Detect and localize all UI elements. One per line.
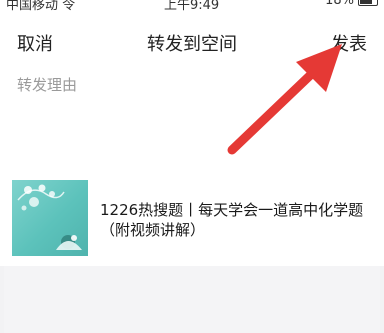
shared-article-card[interactable]: 1226热搜题丨每天学会一道高中化学题（附视频讲解） xyxy=(0,172,384,262)
bottom-panel-inner xyxy=(4,266,380,333)
article-thumbnail xyxy=(12,180,88,256)
publish-button[interactable]: 发表 xyxy=(331,30,367,56)
reason-input[interactable] xyxy=(17,74,367,164)
carrier-label: 中国移动 令 xyxy=(6,0,76,13)
bottom-panel xyxy=(0,266,384,333)
status-bar: 中国移动 令 上午9:49 18% xyxy=(0,0,384,13)
nav-bar: 取消 转发到空间 发表 xyxy=(0,22,384,64)
page-title: 转发到空间 xyxy=(147,34,237,55)
status-right: 18% xyxy=(325,0,378,8)
battery-percent: 18% xyxy=(325,0,354,8)
status-time: 上午9:49 xyxy=(164,0,220,13)
share-to-space-screen: 中国移动 令 上午9:49 18% 取消 转发到空间 发表 1226 xyxy=(0,0,384,333)
battery-icon xyxy=(358,0,378,6)
thumbnail-illustration xyxy=(17,184,82,250)
article-title: 1226热搜题丨每天学会一道高中化学题（附视频讲解） xyxy=(100,201,364,239)
